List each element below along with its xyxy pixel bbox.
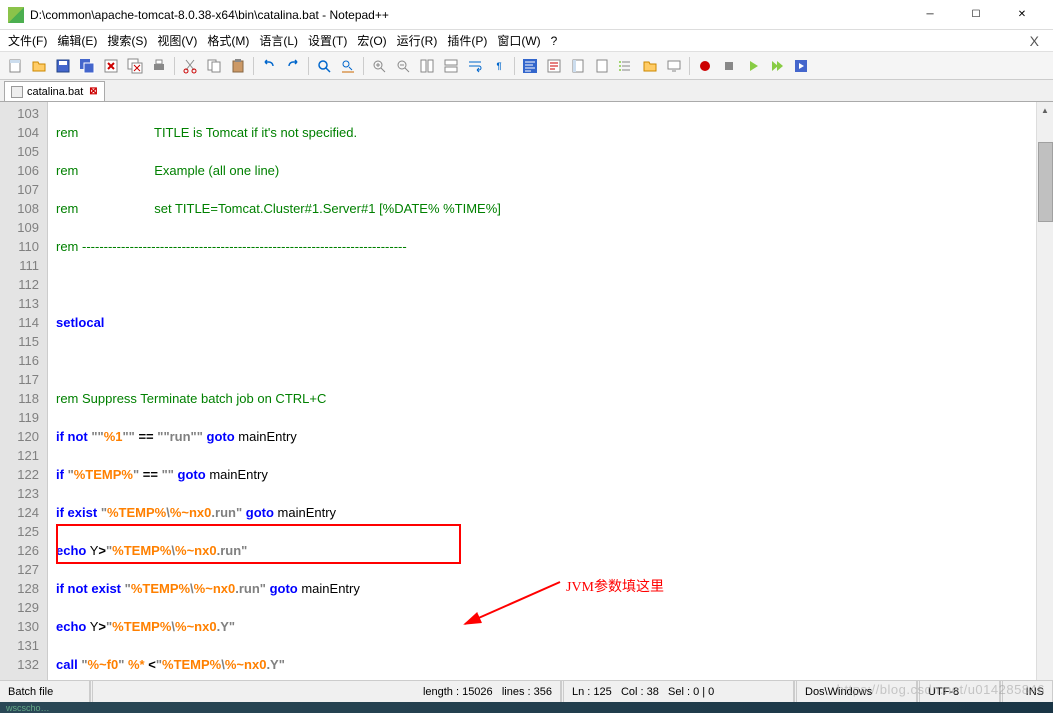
menu-file[interactable]: 文件(F) [4,30,51,51]
menubar: 文件(F) 编辑(E) 搜索(S) 视图(V) 格式(M) 语言(L) 设置(T… [0,30,1053,52]
watermark: https://blog.csdn.net/u014285846 [837,682,1045,697]
play-multi-icon[interactable] [766,55,788,77]
udl-icon[interactable] [543,55,565,77]
new-file-icon[interactable] [4,55,26,77]
file-tab[interactable]: catalina.bat ⊠ [4,81,105,101]
sync-h-icon[interactable] [440,55,462,77]
sync-v-icon[interactable] [416,55,438,77]
monitor-icon[interactable] [663,55,685,77]
menu-edit[interactable]: 编辑(E) [53,30,101,51]
cut-icon[interactable] [179,55,201,77]
titlebar: D:\common\apache-tomcat-8.0.38-x64\bin\c… [0,0,1053,30]
indent-guide-icon[interactable] [519,55,541,77]
vertical-scrollbar[interactable]: ▲ ▼ [1036,102,1053,702]
maximize-button[interactable]: ☐ [953,1,999,29]
save-all-icon[interactable] [76,55,98,77]
file-tab-label: catalina.bat [27,86,83,98]
app-icon [8,7,24,23]
menu-macro[interactable]: 宏(O) [353,30,390,51]
zoom-out-icon[interactable] [392,55,414,77]
tabbar: catalina.bat ⊠ [0,80,1053,102]
play-icon[interactable] [742,55,764,77]
close-button[interactable]: ✕ [999,1,1045,29]
redo-icon[interactable] [282,55,304,77]
scroll-thumb[interactable] [1038,142,1053,222]
folder-icon[interactable] [639,55,661,77]
menu-search[interactable]: 搜索(S) [103,30,151,51]
menu-run[interactable]: 运行(R) [393,30,442,51]
menu-plugins[interactable]: 插件(P) [443,30,491,51]
toolbar: ¶ [0,52,1053,80]
show-all-icon[interactable]: ¶ [488,55,510,77]
menu-close-x[interactable]: X [1020,33,1049,49]
titlebar-text: D:\common\apache-tomcat-8.0.38-x64\bin\c… [30,8,907,22]
zoom-in-icon[interactable] [368,55,390,77]
menu-language[interactable]: 语言(L) [255,30,302,51]
stop-icon[interactable] [718,55,740,77]
annotation-text: JVM参数填这里 [566,576,664,596]
close-all-icon[interactable] [124,55,146,77]
menu-window[interactable]: 窗口(W) [493,30,544,51]
editor[interactable]: 1031041051061071081091101111121131141151… [0,102,1053,702]
menu-help[interactable]: ? [547,32,562,50]
save-macro-icon[interactable] [790,55,812,77]
menu-settings[interactable]: 设置(T) [304,30,351,51]
func-list-icon[interactable] [615,55,637,77]
menu-format[interactable]: 格式(M) [203,30,253,51]
code-area[interactable]: rem TITLE is Tomcat if it's not specifie… [48,102,1036,702]
save-icon[interactable] [52,55,74,77]
window-controls: ─ ☐ ✕ [907,1,1045,29]
tab-close-icon[interactable]: ⊠ [89,86,97,97]
paste-icon[interactable] [227,55,249,77]
status-length: length : 15026 lines : 356 [93,681,561,702]
file-tab-icon [11,86,23,98]
record-icon[interactable] [694,55,716,77]
desktop-strip: wscscho… [0,702,1053,713]
close-file-icon[interactable] [100,55,122,77]
doc-list-icon[interactable] [591,55,613,77]
replace-icon[interactable] [337,55,359,77]
undo-icon[interactable] [258,55,280,77]
copy-icon[interactable] [203,55,225,77]
doc-map-icon[interactable] [567,55,589,77]
find-icon[interactable] [313,55,335,77]
minimize-button[interactable]: ─ [907,1,953,29]
status-filetype: Batch file [0,681,90,702]
open-file-icon[interactable] [28,55,50,77]
line-gutter: 1031041051061071081091101111121131141151… [0,102,48,702]
menu-view[interactable]: 视图(V) [153,30,201,51]
scroll-up-arrow[interactable]: ▲ [1037,102,1053,119]
print-icon[interactable] [148,55,170,77]
wordwrap-icon[interactable] [464,55,486,77]
status-cursor: Ln : 125 Col : 38 Sel : 0 | 0 [564,681,794,702]
